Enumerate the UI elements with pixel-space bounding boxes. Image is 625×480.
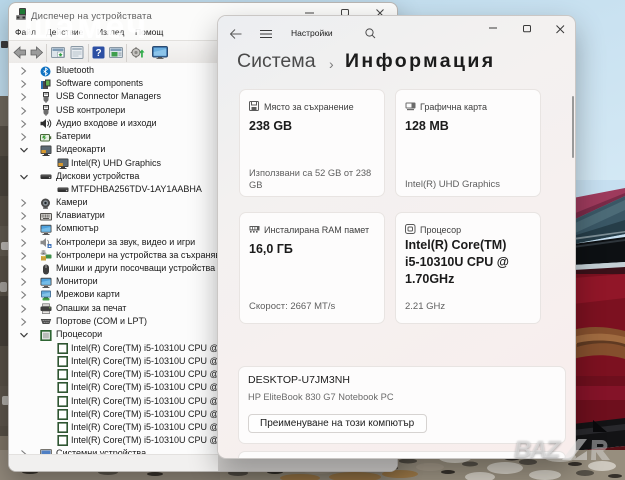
svg-text:?: ? xyxy=(95,48,101,59)
